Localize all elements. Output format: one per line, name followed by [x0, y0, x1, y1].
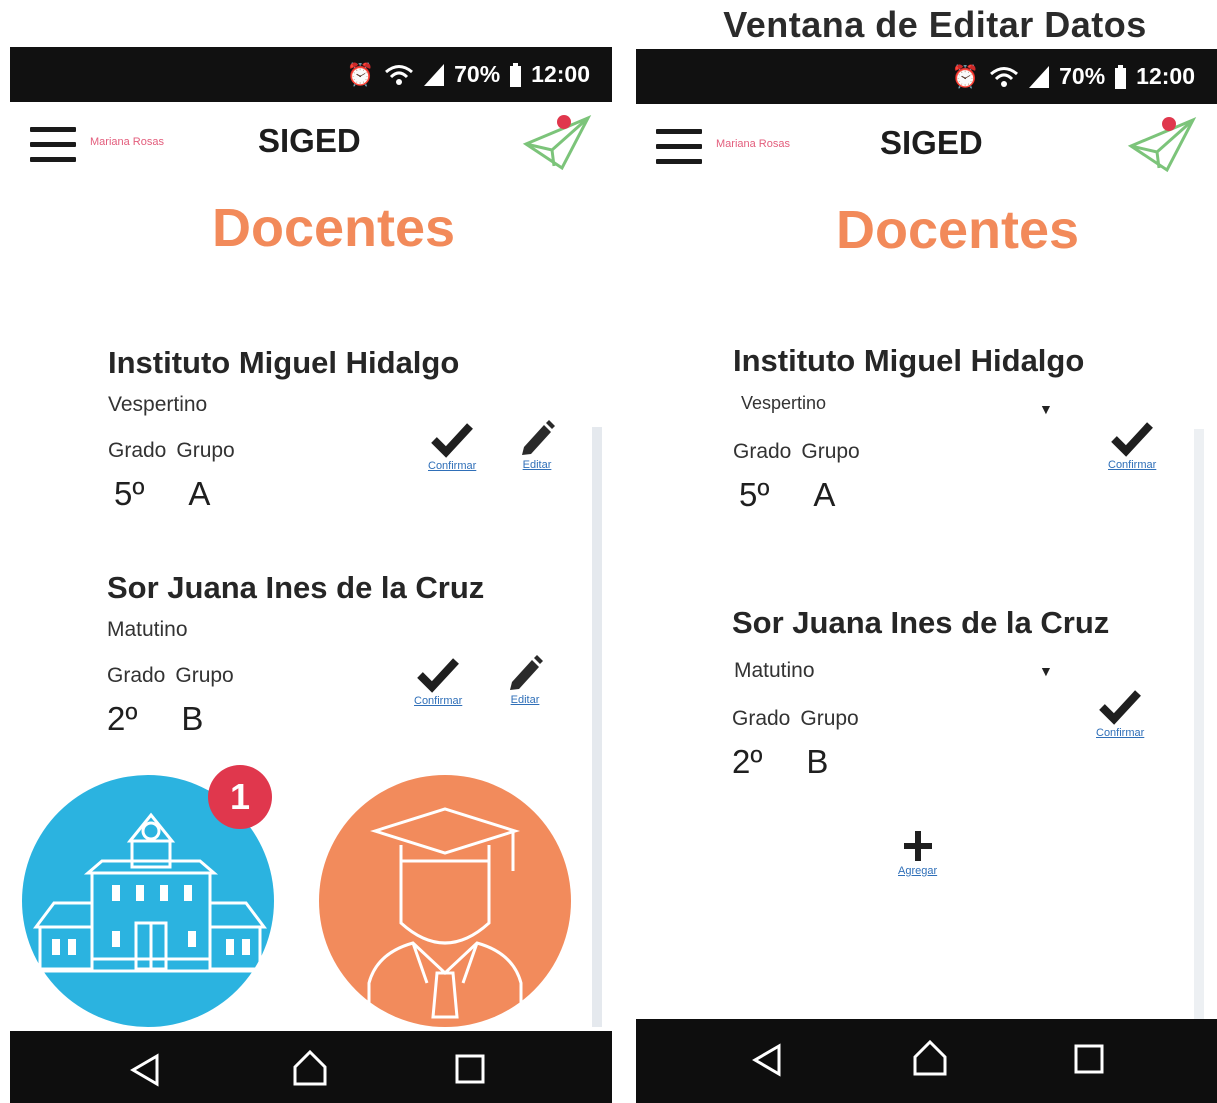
- plus-icon: [903, 831, 932, 861]
- confirm-label: Confirmar: [414, 695, 463, 707]
- menu-icon[interactable]: [30, 127, 76, 163]
- confirm-button[interactable]: Confirmar: [1096, 689, 1144, 739]
- grupo-value: A: [188, 475, 211, 512]
- confirm-button[interactable]: Confirmar: [414, 657, 462, 707]
- battery-icon: [510, 62, 522, 87]
- back-icon[interactable]: [752, 1043, 782, 1077]
- signal-icon: [1029, 65, 1050, 88]
- app-title: SIGED: [880, 124, 983, 161]
- wifi-icon: [990, 66, 1019, 87]
- back-icon[interactable]: [130, 1053, 160, 1087]
- recents-icon[interactable]: [454, 1053, 486, 1085]
- recents-icon[interactable]: [1073, 1043, 1105, 1075]
- menu-icon[interactable]: [656, 129, 702, 165]
- battery-icon: [1115, 64, 1127, 89]
- school-name: Sor Juana Ines de la Cruz: [107, 570, 485, 605]
- signal-icon: [424, 63, 445, 86]
- confirm-label: Confirmar: [428, 460, 477, 472]
- user-name: Mariana Rosas: [716, 138, 790, 150]
- grado-value: 2º: [732, 743, 763, 780]
- notification-badge: 1: [208, 765, 272, 829]
- grupo-value: B: [181, 700, 204, 737]
- phone-screen-list: ⏰ 70% 12:00 Mariana Rosas SIGED Docentes…: [10, 47, 612, 1103]
- grupo-label: Grupo: [801, 440, 860, 463]
- grado-value: 5º: [739, 476, 770, 513]
- check-icon: [431, 423, 474, 458]
- pencil-icon: [522, 420, 555, 455]
- grupo-value: A: [813, 476, 836, 513]
- shift-label: Matutino: [107, 618, 188, 641]
- section-title: Docentes: [212, 198, 456, 258]
- edit-label: Editar: [522, 459, 552, 471]
- scrollbar[interactable]: [592, 427, 602, 1027]
- alarm-icon: ⏰: [346, 61, 375, 87]
- battery-percent: 70%: [454, 61, 501, 87]
- chevron-down-icon[interactable]: ▼: [1039, 663, 1053, 679]
- clock: 12:00: [531, 61, 590, 87]
- wifi-icon: [385, 64, 414, 85]
- chevron-down-icon[interactable]: ▼: [1039, 401, 1053, 417]
- teacher-card: Sor Juana Ines de la Cruz Matutino Grado…: [732, 605, 1109, 781]
- alarm-icon: ⏰: [951, 63, 980, 89]
- section-title: Docentes: [836, 200, 1080, 260]
- app-title: SIGED: [258, 122, 361, 159]
- phone-screen-edit: ⏰ 70% 12:00 Mariana Rosas SIGED Docentes…: [636, 49, 1217, 1103]
- confirm-label: Confirmar: [1108, 459, 1157, 471]
- grupo-label: Grupo: [800, 707, 859, 730]
- grado-label: Grado: [733, 440, 792, 463]
- check-icon: [417, 658, 460, 693]
- scrollbar[interactable]: [1194, 429, 1204, 1019]
- shift-label: Vespertino: [108, 393, 208, 416]
- check-icon: [1099, 690, 1142, 725]
- school-name: Sor Juana Ines de la Cruz: [732, 605, 1110, 640]
- clock: 12:00: [1136, 63, 1195, 89]
- status-bar: ⏰ 70% 12:00: [636, 49, 1217, 104]
- grado-label: Grado: [732, 707, 791, 730]
- app-bar: Mariana Rosas SIGED: [636, 104, 1217, 194]
- shift-select[interactable]: Vespertino: [733, 393, 1084, 414]
- grado-label: Grado: [107, 664, 166, 687]
- add-label: Agregar: [898, 865, 938, 877]
- edit-label: Editar: [510, 694, 540, 706]
- graduate-icon[interactable]: [317, 773, 573, 1029]
- edit-button[interactable]: Editar: [506, 654, 544, 706]
- grupo-label: Grupo: [176, 439, 235, 462]
- add-button[interactable]: Agregar: [898, 829, 937, 877]
- android-nav-bar: [636, 1019, 1217, 1103]
- home-icon[interactable]: [912, 1039, 948, 1077]
- user-name: Mariana Rosas: [90, 136, 164, 148]
- paper-plane-icon[interactable]: [522, 110, 592, 172]
- pencil-icon: [510, 655, 543, 690]
- window-caption: Ventana de Editar Datos: [723, 4, 1147, 45]
- edit-button[interactable]: Editar: [518, 419, 556, 471]
- teacher-card: Sor Juana Ines de la Cruz Matutino Grado…: [107, 570, 484, 738]
- grupo-label: Grupo: [175, 664, 234, 687]
- app-bar: Mariana Rosas SIGED: [10, 102, 612, 192]
- status-bar: ⏰ 70% 12:00: [10, 47, 612, 102]
- school-name: Instituto Miguel Hidalgo: [733, 343, 1085, 378]
- grado-label: Grado: [108, 439, 167, 462]
- grado-value: 2º: [107, 700, 138, 737]
- check-icon: [1111, 422, 1154, 457]
- confirm-button[interactable]: Confirmar: [1108, 421, 1156, 471]
- grupo-value: B: [806, 743, 829, 780]
- grado-value: 5º: [114, 475, 145, 512]
- school-name: Instituto Miguel Hidalgo: [108, 345, 460, 380]
- teacher-card: Instituto Miguel Hidalgo Vespertino Grad…: [108, 345, 459, 513]
- confirm-label: Confirmar: [1096, 727, 1145, 739]
- android-nav-bar: [10, 1031, 612, 1103]
- home-icon[interactable]: [292, 1049, 328, 1087]
- paper-plane-icon[interactable]: [1127, 112, 1197, 174]
- teacher-card: Instituto Miguel Hidalgo Vespertino Grad…: [733, 343, 1084, 514]
- battery-percent: 70%: [1059, 63, 1106, 89]
- confirm-button[interactable]: Confirmar: [428, 422, 476, 472]
